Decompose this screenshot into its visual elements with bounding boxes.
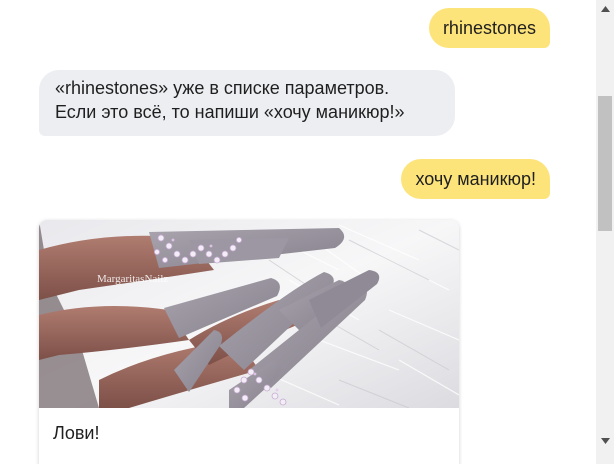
bot-message-line: Если это всё, то напиши «хочу маникюр!» bbox=[55, 102, 405, 122]
vertical-scrollbar[interactable] bbox=[596, 0, 614, 464]
watermark-text: MargaritasNailz bbox=[97, 273, 168, 285]
scrollbar-thumb[interactable] bbox=[598, 96, 612, 231]
bot-message-line: «rhinestones» уже в списке параметров. bbox=[55, 78, 390, 98]
user-message: хочу маникюр! bbox=[401, 159, 550, 199]
image-card[interactable]: MargaritasNailz Лови! bbox=[39, 220, 459, 464]
arrow-up-icon[interactable] bbox=[596, 0, 614, 17]
nail-art-image[interactable]: MargaritasNailz bbox=[39, 220, 459, 408]
user-message: rhinestones bbox=[428, 8, 550, 48]
card-caption: Лови! bbox=[53, 423, 100, 443]
bot-message: «rhinestones» уже в списке параметров. Е… bbox=[39, 70, 455, 136]
chat-area: rhinestones «rhinestones» уже в списке п… bbox=[0, 0, 596, 464]
arrow-down-icon[interactable] bbox=[596, 432, 614, 449]
